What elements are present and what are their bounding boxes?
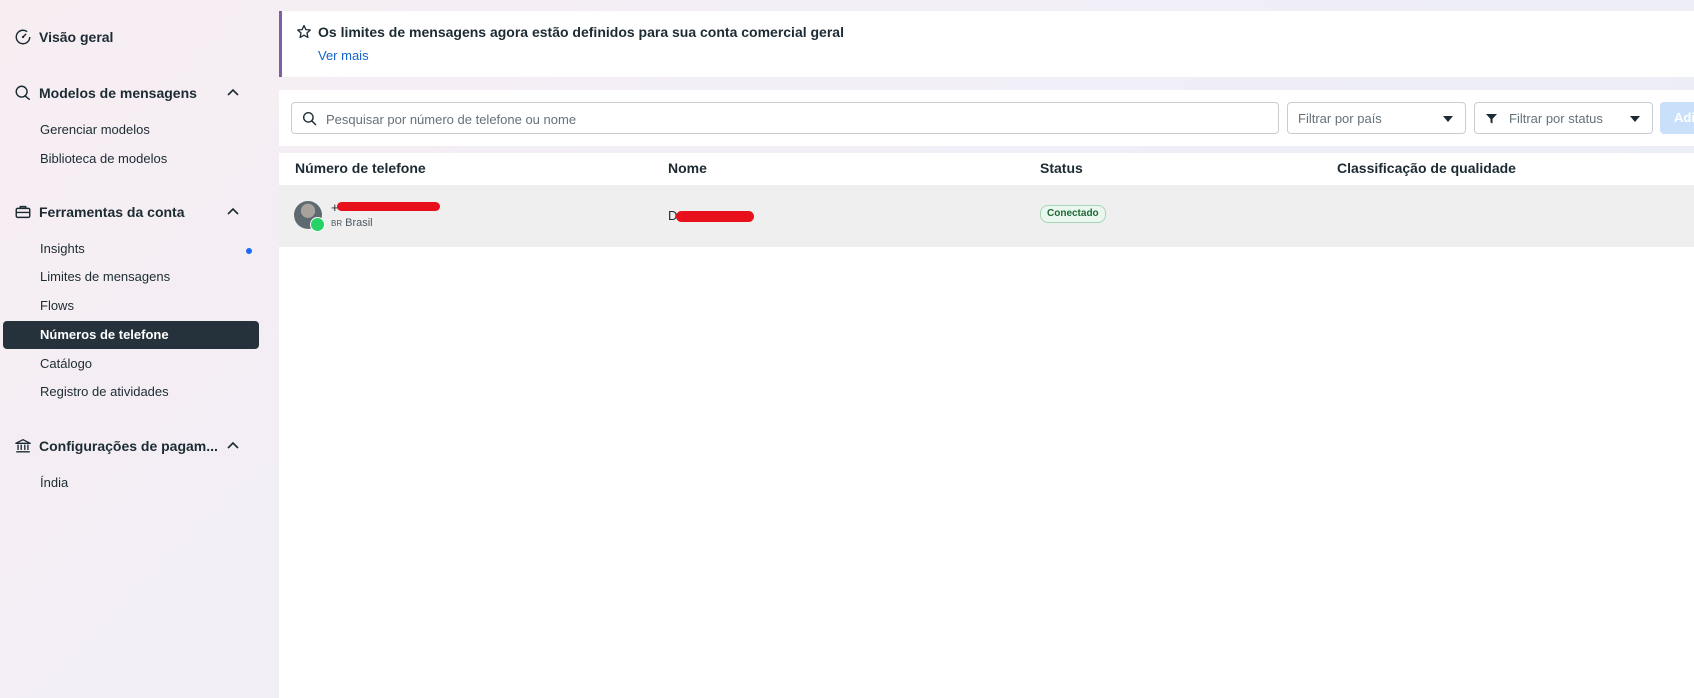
phone-numbers-table: Número de telefone Nome Status Classific… [279,153,1694,698]
gauge-icon [13,27,33,47]
star-icon [297,24,311,39]
caret-down-icon [1630,116,1640,122]
country-flag-code: BR [331,219,343,228]
add-phone-button[interactable]: Adi [1660,102,1694,134]
caret-down-icon [1443,116,1453,122]
chat-bubbles-icon [13,83,33,103]
briefcase-icon [13,202,33,222]
nav-india[interactable]: Índia [40,475,68,490]
filter-bar: Filtrar por país Filtrar por status Adi [279,90,1694,146]
nav-flows[interactable]: Flows [40,298,74,313]
table-header: Número de telefone Nome Status Classific… [279,153,1694,185]
country-name: Brasil [345,217,373,229]
info-banner: Os limites de mensagens agora estão defi… [279,11,1694,77]
redaction-mark [676,211,754,222]
table-row[interactable]: + BR Brasil D Conectado [279,185,1694,247]
chevron-up-icon[interactable] [225,85,241,101]
phone-country: BR Brasil [331,217,373,229]
nav-message-limits[interactable]: Limites de mensagens [40,269,170,284]
nav-payment-settings[interactable]: Configurações de pagam... [13,434,218,458]
nav-account-tools-label: Ferramentas da conta [39,204,185,220]
banner-title: Os limites de mensagens agora estão defi… [318,24,844,40]
country-filter-label: Filtrar por país [1298,111,1382,126]
search-box[interactable] [291,102,1279,134]
redaction-mark [337,202,440,211]
column-header-phone[interactable]: Número de telefone [295,160,426,176]
status-filter-dropdown[interactable]: Filtrar por status [1474,102,1653,134]
bank-icon [13,436,33,456]
chevron-up-icon[interactable] [225,204,241,220]
column-header-name[interactable]: Nome [668,160,707,176]
nav-templates-label: Modelos de mensagens [39,85,197,101]
nav-account-tools[interactable]: Ferramentas da conta [13,200,185,224]
nav-phone-numbers[interactable]: Números de telefone [3,321,259,349]
main-content: Os limites de mensagens agora estão defi… [279,0,1694,698]
nav-payment-label: Configurações de pagam... [39,438,218,454]
column-header-status[interactable]: Status [1040,160,1083,176]
chevron-up-icon[interactable] [225,438,241,454]
sidebar: Visão geral Modelos de mensagens Gerenci… [0,0,279,698]
filter-icon [1486,114,1497,124]
search-input[interactable] [324,108,1268,130]
nav-activity-log[interactable]: Registro de atividades [40,384,169,399]
banner-see-more-link[interactable]: Ver mais [318,48,369,63]
nav-manage-templates[interactable]: Gerenciar modelos [40,122,150,137]
nav-overview-label: Visão geral [39,29,114,45]
nav-message-templates[interactable]: Modelos de mensagens [13,81,197,105]
status-filter-label: Filtrar por status [1509,111,1603,126]
nav-template-library[interactable]: Biblioteca de modelos [40,151,167,166]
nav-insights[interactable]: Insights [40,241,85,256]
column-header-quality[interactable]: Classificação de qualidade [1337,160,1516,176]
country-filter-dropdown[interactable]: Filtrar por país [1287,102,1466,134]
nav-catalog[interactable]: Catálogo [40,356,92,371]
whatsapp-icon [310,217,325,232]
status-badge: Conectado [1040,205,1106,223]
notification-dot [246,248,252,254]
search-icon [302,111,317,126]
nav-overview[interactable]: Visão geral [13,25,113,49]
